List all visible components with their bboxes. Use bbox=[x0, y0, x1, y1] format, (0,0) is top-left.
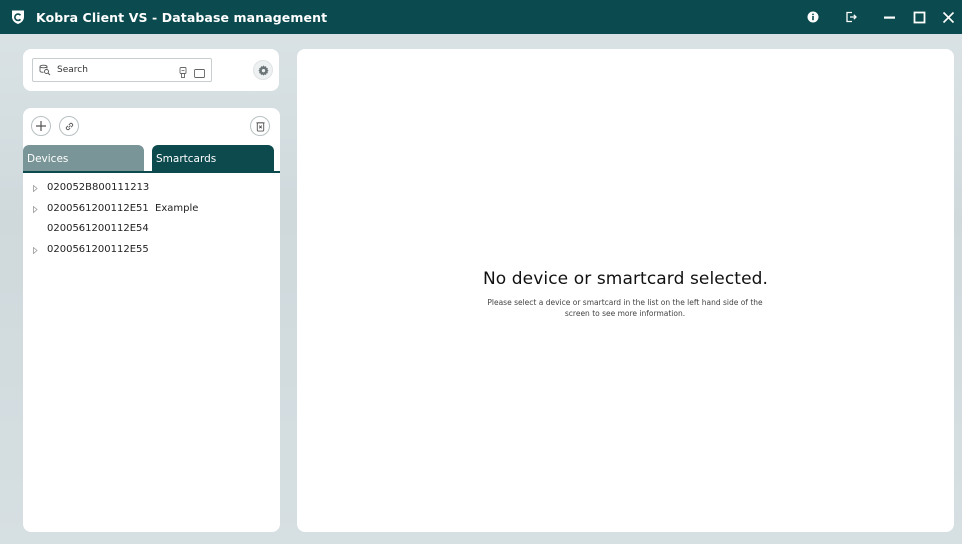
expand-caret-icon[interactable] bbox=[33, 205, 38, 213]
gear-icon bbox=[257, 61, 269, 80]
search-input[interactable] bbox=[57, 65, 167, 75]
expand-caret-icon[interactable] bbox=[33, 246, 38, 254]
tree-item-label: 020052B800111213 bbox=[47, 182, 150, 193]
trash-icon bbox=[255, 117, 266, 136]
tree-item-label: 0200561200112E55 bbox=[47, 243, 149, 255]
maximize-icon bbox=[913, 11, 926, 24]
tree-item[interactable]: 0200561200112E51 Example bbox=[23, 199, 280, 220]
tab-underline bbox=[23, 171, 280, 173]
minimize-icon bbox=[883, 11, 896, 24]
minimize-button[interactable] bbox=[874, 0, 904, 34]
close-button[interactable] bbox=[934, 0, 962, 34]
detail-panel: No device or smartcard selected. Please … bbox=[297, 49, 954, 532]
info-button[interactable] bbox=[798, 0, 828, 34]
plus-icon bbox=[35, 117, 47, 136]
delete-button[interactable] bbox=[250, 116, 270, 136]
tree-item[interactable]: 0200561200112E54 bbox=[23, 219, 280, 240]
settings-button[interactable] bbox=[253, 60, 273, 80]
device-list-panel: Devices Smartcards 020052B800111213 0200… bbox=[23, 108, 280, 532]
search-panel bbox=[23, 49, 279, 91]
maximize-button[interactable] bbox=[904, 0, 934, 34]
link-icon bbox=[64, 117, 75, 136]
tab-devices[interactable]: Devices bbox=[23, 145, 144, 172]
link-button[interactable] bbox=[59, 116, 79, 136]
tab-devices-label: Devices bbox=[27, 153, 69, 165]
tab-smartcards[interactable]: Smartcards bbox=[152, 145, 274, 172]
search-box[interactable] bbox=[32, 58, 212, 82]
tree-item-label: 0200561200112E51 bbox=[47, 202, 149, 214]
tab-smartcards-label: Smartcards bbox=[156, 153, 217, 165]
add-button[interactable] bbox=[31, 116, 51, 136]
title-bar: Kobra Client VS - Database management bbox=[0, 0, 962, 34]
empty-state-description: Please select a device or smartcard in t… bbox=[487, 298, 763, 318]
smartcard-filter-icon[interactable] bbox=[194, 63, 205, 82]
tree-item-label: 0200561200112E54 bbox=[47, 223, 149, 234]
expand-caret-icon[interactable] bbox=[33, 185, 38, 192]
empty-state-title: No device or smartcard selected. bbox=[482, 269, 769, 289]
window-title: Kobra Client VS - Database management bbox=[36, 9, 328, 25]
tab-bar: Devices Smartcards bbox=[23, 145, 280, 172]
logout-button[interactable] bbox=[836, 0, 866, 34]
device-filter-icon[interactable] bbox=[179, 63, 187, 82]
database-search-icon bbox=[39, 64, 51, 76]
info-icon bbox=[807, 11, 819, 23]
tree-item[interactable]: 0200561200112E55 bbox=[23, 240, 280, 261]
app-logo-icon bbox=[10, 9, 26, 25]
logout-icon bbox=[845, 11, 857, 23]
close-icon bbox=[942, 11, 955, 24]
tree-item-note: Example bbox=[155, 202, 199, 214]
tree-item[interactable]: 020052B800111213 bbox=[23, 178, 280, 199]
device-tree: 020052B800111213 0200561200112E51 Exampl… bbox=[23, 178, 280, 260]
